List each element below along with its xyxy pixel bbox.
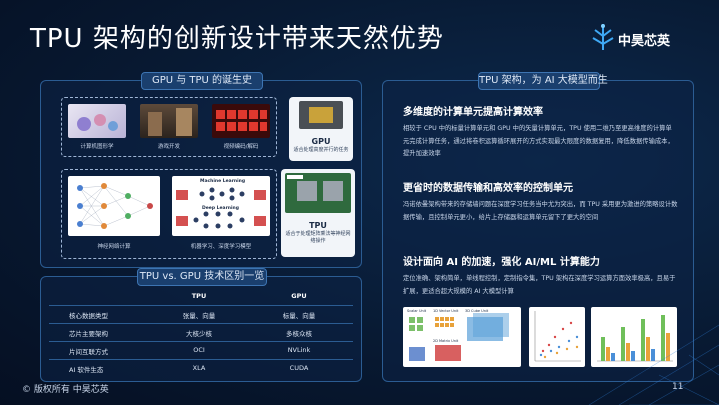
section-heading: 多维度的计算单元提高计算效率 <box>403 107 543 118</box>
item-label: 游戏开发 <box>157 144 180 150</box>
table-header-row: TPU GPU <box>49 287 353 306</box>
video-grid-icon <box>216 110 267 131</box>
figure-label: 3D Cube Unit <box>465 309 489 313</box>
gpu-card: GPU 适合处理高度并行的任务 <box>289 97 353 161</box>
ml-label: Machine Learning <box>200 179 246 184</box>
table-cell: CUDA <box>289 364 309 372</box>
ml-dl-thumbnail: Machine Learning Deep Learning <box>172 176 270 236</box>
graphics-thumbnail <box>68 104 126 138</box>
logo-text: 中昊芯英 <box>618 34 671 49</box>
tpu-desc: 适合于处理矩阵乘法等神经网络操作 <box>285 231 351 244</box>
architecture-header: TPU 架构，为 AI 大模型而生 <box>478 72 608 90</box>
comparison-header: TPU vs. GPU 技术区别一览 <box>137 268 267 286</box>
gpu-desc: 适合处理高度并行的任务 <box>293 147 349 153</box>
figure-label: Scalar Unit <box>407 309 427 313</box>
comparison-panel: TPU vs. GPU 技术区别一览 TPU GPU 核心数据类型 张量、向量 … <box>40 268 362 382</box>
section-heading: 更省时的数据传输和高效率的控制单元 <box>403 183 573 194</box>
figure-label: 2D Matrix Unit <box>433 339 459 343</box>
table-cell: AI 软件生态 <box>69 366 104 374</box>
table-cell: 标量、向量 <box>282 312 316 320</box>
render-spheres-icon <box>77 114 118 131</box>
gpu-name: GPU <box>311 137 331 146</box>
section-body: 冯诺依曼架构带来的存储墙问题在深度学习任务当中尤为突出，而 TPU 采用更为激进… <box>403 201 678 221</box>
table-row: 芯片主要架构 大核少核 多核众核 <box>49 323 353 342</box>
figure-label: 1D Vector Unit <box>433 309 459 313</box>
table-cell: 多核众核 <box>286 330 312 338</box>
table-cell: 张量、向量 <box>182 312 216 320</box>
copyright-footer: © 版权所有 中昊芯英 <box>22 385 109 395</box>
game-scene-icon <box>148 108 192 136</box>
table-cell: XLA <box>192 364 206 372</box>
item-label: 机器学习、深度学习模型 <box>190 244 252 250</box>
table-cell: 芯片主要架构 <box>69 330 108 338</box>
tpu-card: TPU 适合于处理矩阵乘法等神经网络操作 <box>281 169 355 257</box>
tpu-name: TPU <box>309 221 327 230</box>
compute-units-figure: Scalar Unit 1D Vector Unit 3D Cube Unit … <box>403 307 521 367</box>
logo-icon <box>592 24 614 50</box>
table-cell: OCI <box>193 346 205 354</box>
table-cell: 核心数据类型 <box>69 312 108 320</box>
history-header: GPU 与 TPU 的诞生史 <box>141 72 263 90</box>
neural-network-icon <box>77 183 153 229</box>
table-row: AI 软件生态 XLA CUDA <box>49 359 353 377</box>
section-heading: 设计面向 AI 的加速，强化 AI/ML 计算能力 <box>403 257 600 268</box>
page-number: 11 <box>672 382 684 392</box>
gpu-origin-group: 计算机图形学 游戏开发 视频编码/解码 <box>61 97 277 157</box>
decorative-grid <box>588 324 719 405</box>
gpu-chip-icon <box>299 101 343 129</box>
table-cell: 片间互联方式 <box>69 348 108 356</box>
tpu-board-icon <box>285 173 351 213</box>
item-label: 视频编码/解码 <box>223 144 259 150</box>
table-cell: 大核少核 <box>186 330 212 338</box>
section-body: 定位准确、架构简单，单线程控制，定制指令集，TPU 架构在深度学习运算方面效率极… <box>403 275 676 295</box>
item-label: 计算机图形学 <box>80 144 114 150</box>
history-panel: GPU 与 TPU 的诞生史 计算机图形学 游戏开发 视频编码/解码 GPU 适… <box>40 72 362 268</box>
table-cell: NVLink <box>287 346 311 354</box>
column-header: TPU <box>191 292 207 300</box>
compute-units-icon <box>409 313 509 361</box>
tpu-origin-group: Machine Learning Deep Learning 神经网络计算 机器… <box>61 169 277 259</box>
company-logo: 中昊芯英 <box>590 22 710 56</box>
table-row: 核心数据类型 张量、向量 标量、向量 <box>49 305 353 324</box>
video-codec-thumbnail <box>212 104 270 138</box>
section-body: 相较于 CPU 中的标量计算单元和 GPU 中的矢量计算单元，TPU 使用二维乃… <box>403 125 674 157</box>
slide-title: TPU 架构的创新设计带来天然优势 <box>30 24 444 54</box>
dl-label: Deep Learning <box>202 206 239 211</box>
column-header: GPU <box>291 292 307 300</box>
item-label: 神经网络计算 <box>97 244 131 250</box>
neural-network-thumbnail <box>68 176 160 236</box>
table-row: 片间互联方式 OCI NVLink <box>49 341 353 360</box>
game-thumbnail <box>140 104 198 138</box>
